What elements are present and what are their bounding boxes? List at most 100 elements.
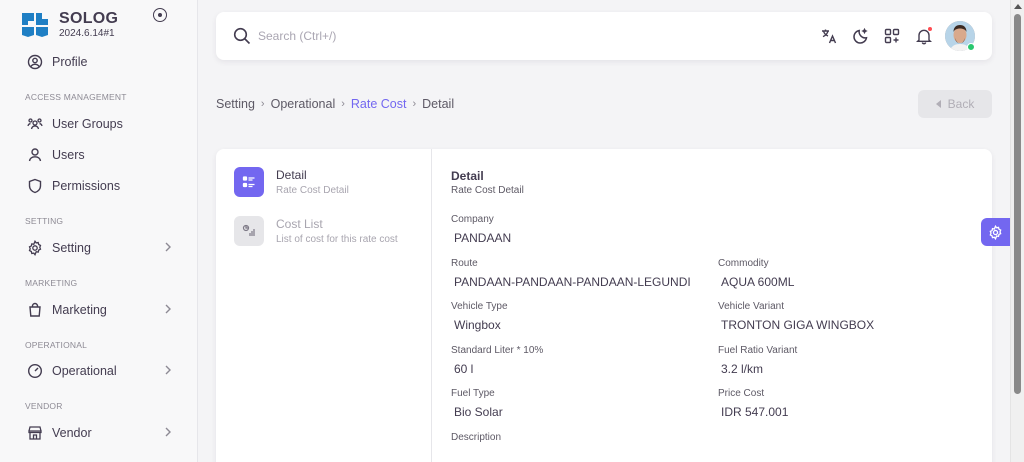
search-input[interactable] bbox=[258, 25, 558, 47]
field-company: Company PANDAAN bbox=[451, 214, 511, 245]
field-price-cost: Price Cost IDR 547.001 bbox=[718, 388, 788, 419]
breadcrumb-separator: › bbox=[341, 98, 345, 110]
field-label: Commodity bbox=[718, 258, 769, 269]
detail-title: Detail bbox=[451, 169, 484, 183]
step-subtitle: List of cost for this rate cost bbox=[276, 234, 398, 245]
breadcrumb-item-detail: Detail bbox=[422, 97, 455, 111]
step-title: Cost List bbox=[276, 217, 323, 231]
sidebar-item-users[interactable]: Users bbox=[16, 141, 182, 169]
field-value: PANDAAN bbox=[454, 231, 512, 245]
notification-bell-icon[interactable] bbox=[914, 26, 934, 46]
rate-cost-detail-card: Detail Rate Cost Detail Cost List List o… bbox=[216, 149, 992, 462]
field-fuel-type: Fuel Type Bio Solar bbox=[451, 388, 503, 419]
sidebar-item-label: User Groups bbox=[52, 117, 123, 131]
field-value: AQUA 600ML bbox=[721, 275, 795, 289]
section-operational: OPERATIONAL bbox=[25, 340, 88, 350]
section-access-management: ACCESS MANAGEMENT bbox=[25, 92, 127, 102]
field-label: Company bbox=[451, 214, 494, 225]
field-route: Route PANDAAN-PANDAAN-PANDAAN-LEGUNDI bbox=[451, 258, 691, 289]
shortcuts-icon[interactable] bbox=[882, 26, 902, 46]
back-button[interactable]: Back bbox=[918, 90, 992, 118]
field-label: Description bbox=[451, 432, 502, 443]
scrollbar-thumb[interactable] bbox=[1014, 14, 1021, 394]
chevron-right-icon bbox=[165, 427, 171, 437]
field-vehicle-type: Vehicle Type Wingbox bbox=[451, 301, 508, 332]
sidebar-item-permissions[interactable]: Permissions bbox=[16, 172, 182, 200]
gear-icon bbox=[989, 224, 1002, 240]
solog-logo-icon bbox=[22, 13, 48, 37]
field-label: Fuel Ratio Variant bbox=[718, 345, 798, 356]
sidebar-item-label: Operational bbox=[52, 364, 117, 378]
scroll-up-arrow-icon[interactable] bbox=[1014, 4, 1022, 9]
gauge-icon bbox=[24, 360, 46, 382]
translate-icon[interactable] bbox=[819, 26, 839, 46]
theme-customizer-button[interactable] bbox=[981, 218, 1010, 246]
step-subtitle: Rate Cost Detail bbox=[276, 185, 349, 196]
back-button-label: Back bbox=[947, 97, 975, 111]
page-scrollbar[interactable] bbox=[1010, 0, 1024, 462]
gear-icon bbox=[24, 237, 46, 259]
field-label: Vehicle Variant bbox=[718, 301, 784, 312]
users-group-icon bbox=[24, 113, 46, 135]
field-label: Vehicle Type bbox=[451, 301, 508, 312]
chevron-right-icon bbox=[165, 304, 171, 314]
top-navbar bbox=[216, 12, 992, 60]
breadcrumb-item-rate-cost[interactable]: Rate Cost bbox=[351, 97, 407, 111]
sidebar-item-marketing[interactable]: Marketing bbox=[16, 296, 182, 324]
search-icon[interactable] bbox=[233, 27, 251, 45]
list-details-icon bbox=[234, 167, 264, 197]
store-icon bbox=[24, 422, 46, 444]
theme-moon-icon[interactable] bbox=[851, 26, 871, 46]
field-label: Price Cost bbox=[718, 388, 765, 399]
brand-name: SOLOG bbox=[59, 10, 119, 27]
field-value: TRONTON GIGA WINGBOX bbox=[721, 318, 875, 332]
breadcrumb-item-setting[interactable]: Setting bbox=[216, 97, 255, 111]
field-value: PANDAAN-PANDAAN-PANDAAN-LEGUNDI bbox=[454, 275, 691, 289]
detail-subtitle: Rate Cost Detail bbox=[451, 185, 524, 196]
field-value: Wingbox bbox=[454, 318, 501, 332]
shopping-bag-icon bbox=[24, 299, 46, 321]
sidebar-item-profile[interactable]: Profile bbox=[16, 48, 182, 76]
notification-dot bbox=[927, 26, 933, 32]
field-label: Fuel Type bbox=[451, 388, 495, 399]
step-detail[interactable]: Detail Rate Cost Detail bbox=[234, 167, 424, 201]
sidebar-item-label: Users bbox=[52, 148, 85, 162]
sidebar: SOLOG 2024.6.14#1 Profile ACCESS MANAGEM… bbox=[0, 0, 198, 462]
step-cost-list[interactable]: Cost List List of cost for this rate cos… bbox=[234, 216, 424, 250]
step-title: Detail bbox=[276, 168, 307, 182]
user-icon bbox=[24, 144, 46, 166]
field-fuel-ratio-variant: Fuel Ratio Variant 3.2 l/km bbox=[718, 345, 797, 376]
sidebar-item-label: Permissions bbox=[52, 179, 121, 193]
shield-icon bbox=[24, 175, 46, 197]
card-divider bbox=[431, 149, 432, 462]
field-vehicle-variant: Vehicle Variant TRONTON GIGA WINGBOX bbox=[718, 301, 874, 332]
field-value: 3.2 l/km bbox=[721, 362, 764, 376]
sidebar-item-vendor[interactable]: Vendor bbox=[16, 419, 182, 447]
breadcrumb-separator: › bbox=[412, 98, 417, 110]
field-value: Bio Solar bbox=[454, 405, 503, 419]
sidebar-item-label: Marketing bbox=[52, 303, 107, 317]
field-value: IDR 547.001 bbox=[721, 405, 789, 419]
sidebar-item-label: Profile bbox=[52, 55, 88, 69]
chevron-right-icon bbox=[165, 242, 171, 252]
chevron-right-icon bbox=[165, 365, 171, 375]
sidebar-item-setting[interactable]: Setting bbox=[16, 234, 182, 262]
breadcrumb-item-operational[interactable]: Operational bbox=[271, 97, 336, 111]
field-label: Standard Liter * 10% bbox=[451, 345, 544, 356]
field-value: 60 l bbox=[454, 362, 474, 376]
field-standard-liter: Standard Liter * 10% 60 l bbox=[451, 345, 543, 376]
section-vendor: VENDOR bbox=[25, 401, 63, 411]
user-circle-icon bbox=[24, 51, 46, 73]
breadcrumb: Setting › Operational › Rate Cost › Deta… bbox=[216, 97, 454, 111]
sidebar-item-user-groups[interactable]: User Groups bbox=[16, 110, 182, 138]
online-status-badge bbox=[967, 43, 975, 51]
field-commodity: Commodity AQUA 600ML bbox=[718, 258, 794, 289]
brand-version: 2024.6.14#1 bbox=[59, 28, 115, 39]
field-label: Route bbox=[451, 258, 478, 269]
section-marketing: MARKETING bbox=[25, 278, 78, 288]
sidebar-collapse-icon[interactable] bbox=[153, 8, 167, 22]
chevron-left-icon bbox=[935, 100, 941, 108]
sidebar-item-operational[interactable]: Operational bbox=[16, 357, 182, 385]
breadcrumb-separator: › bbox=[260, 98, 265, 110]
chart-icon bbox=[234, 216, 264, 246]
